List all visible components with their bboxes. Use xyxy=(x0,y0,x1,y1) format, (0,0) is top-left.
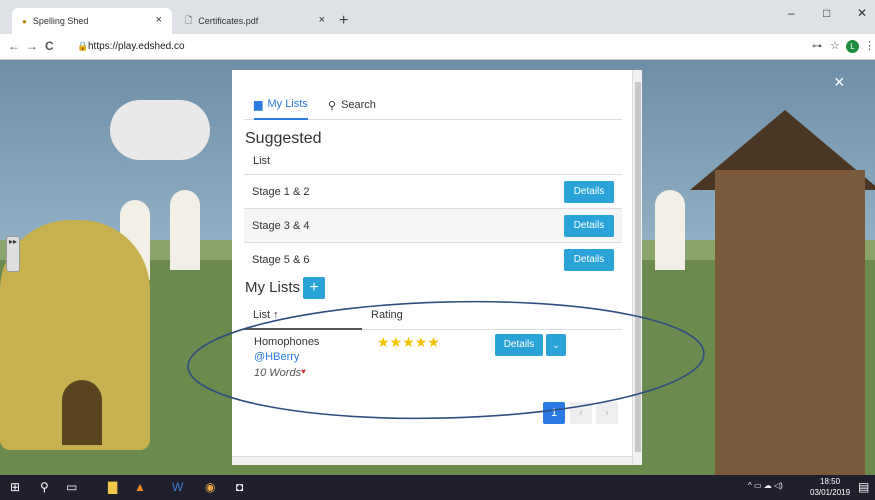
bee-favicon-icon: ● xyxy=(22,16,27,26)
browser-tab-bar: ● Spelling Shed × 🗋 Certificates.pdf × +… xyxy=(0,0,875,34)
suggested-heading: Suggested xyxy=(245,130,322,147)
lock-icon: 🔒 xyxy=(77,41,89,51)
suggested-column-header: List xyxy=(253,155,271,167)
tab-title: Spelling Shed xyxy=(32,16,89,26)
tab-label: My Lists xyxy=(267,98,308,110)
beehive-door-image xyxy=(62,380,102,445)
suggested-row: Stage 3 & 4 Details xyxy=(244,208,622,242)
key-icon[interactable]: ⊶ xyxy=(812,41,822,52)
word-count: 10 Words♥ xyxy=(254,367,306,379)
tab-label: Search xyxy=(341,99,376,111)
modal-horizontal-scrollbar[interactable] xyxy=(232,456,632,465)
list-name: Stage 1 & 2 xyxy=(252,186,310,198)
back-button[interactable]: ← xyxy=(8,39,20,53)
rating-header: Rating xyxy=(371,309,403,321)
fence-post-image xyxy=(170,190,200,270)
maximize-button[interactable]: □ xyxy=(823,6,830,20)
menu-kebab-icon[interactable]: ⋮ xyxy=(864,39,875,52)
chevron-down-icon[interactable]: ⌄ xyxy=(546,334,566,356)
list-name: Stage 5 & 6 xyxy=(252,254,310,266)
app-icon[interactable]: ◘ xyxy=(236,480,243,494)
reload-button[interactable]: C xyxy=(45,39,54,53)
word-icon[interactable]: W xyxy=(172,480,183,494)
fence-post-image xyxy=(655,190,685,270)
details-button[interactable]: Details xyxy=(564,181,614,203)
cloud-image xyxy=(110,100,210,160)
suggested-row: Stage 1 & 2 Details xyxy=(244,174,622,208)
window-close-button[interactable]: ✕ xyxy=(857,6,867,20)
author-link[interactable]: @HBerry xyxy=(254,351,299,363)
scrollbar-thumb[interactable] xyxy=(635,82,641,452)
close-icon[interactable]: × xyxy=(834,72,845,93)
system-tray-icons[interactable]: ^ ▭ ☁ ◁) xyxy=(748,481,783,490)
rating-stars: ★★★★★ xyxy=(377,334,440,350)
tab-search[interactable]: ⚲ Search xyxy=(328,90,376,120)
sort-underline xyxy=(244,328,362,330)
document-favicon-icon: 🗋 xyxy=(185,15,193,25)
star-bookmark-icon[interactable]: ☆ xyxy=(830,39,840,52)
add-list-button[interactable]: + xyxy=(303,277,325,299)
tab-spelling-shed[interactable]: ● Spelling Shed × xyxy=(12,8,172,34)
list-sort-header[interactable]: List ↑ xyxy=(253,309,279,321)
tab-close-icon[interactable]: × xyxy=(319,14,325,26)
forward-button[interactable]: → xyxy=(26,39,38,53)
page-1-button[interactable]: 1 xyxy=(543,402,565,424)
notifications-icon[interactable]: ▤ xyxy=(858,480,869,494)
heart-icon: ♥ xyxy=(301,367,306,376)
clock-time[interactable]: 18:50 xyxy=(820,477,840,486)
details-button[interactable]: Details xyxy=(495,334,543,356)
url-field[interactable]: https://play.edshed.co xyxy=(88,41,185,52)
search-icon: ⚲ xyxy=(328,99,337,112)
tab-certificates[interactable]: 🗋 Certificates.pdf × xyxy=(175,8,335,34)
document-icon: ▆ xyxy=(254,98,263,111)
my-lists-heading: My Lists xyxy=(245,279,301,296)
windows-taskbar: ⊞ ⚲ ▭ ▇ ▲ W ◉ ◘ ^ ▭ ☁ ◁) 18:50 03/01/201… xyxy=(0,475,875,500)
tab-title: Certificates.pdf xyxy=(198,16,259,26)
details-button[interactable]: Details xyxy=(564,249,614,271)
list-name: Stage 3 & 4 xyxy=(252,220,310,232)
list-picker-modal: ▆ My Lists ⚲ Search Suggested List Stage… xyxy=(232,70,642,465)
tab-close-icon[interactable]: × xyxy=(156,14,162,26)
list-name: Homophones xyxy=(254,336,320,348)
clock-date[interactable]: 03/01/2019 xyxy=(810,488,850,497)
my-lists-header: List ↑ Rating xyxy=(244,306,622,330)
windows-start-icon[interactable]: ⊞ xyxy=(10,480,20,494)
word-count-text: 10 Words xyxy=(254,367,302,379)
profile-avatar[interactable]: L xyxy=(846,40,859,53)
details-button[interactable]: Details xyxy=(564,215,614,237)
chrome-icon[interactable]: ◉ xyxy=(205,480,215,494)
tab-my-lists[interactable]: ▆ My Lists xyxy=(254,90,308,120)
outhouse-image xyxy=(715,170,865,475)
address-bar: ← → C 🔒 https://play.edshed.co ⊶ ☆ L ⋮ xyxy=(0,34,875,60)
prev-page-button[interactable]: ‹ xyxy=(570,402,592,424)
suggested-row: Stage 5 & 6 Details xyxy=(244,242,622,276)
minimize-button[interactable]: – xyxy=(788,6,795,20)
vlc-icon[interactable]: ▲ xyxy=(134,480,146,494)
search-icon[interactable]: ⚲ xyxy=(40,480,49,494)
task-view-icon[interactable]: ▭ xyxy=(66,480,77,494)
game-page: ▸▸ × ▆ My Lists ⚲ Search Suggested List … xyxy=(0,60,875,475)
modal-scrollbar[interactable] xyxy=(632,70,642,465)
next-page-button[interactable]: › xyxy=(596,402,618,424)
file-explorer-icon[interactable]: ▇ xyxy=(108,480,117,494)
modal-tabs: ▆ My Lists ⚲ Search xyxy=(244,90,622,120)
new-tab-button[interactable]: + xyxy=(339,12,348,30)
side-panel-handle[interactable]: ▸▸ xyxy=(6,236,20,272)
